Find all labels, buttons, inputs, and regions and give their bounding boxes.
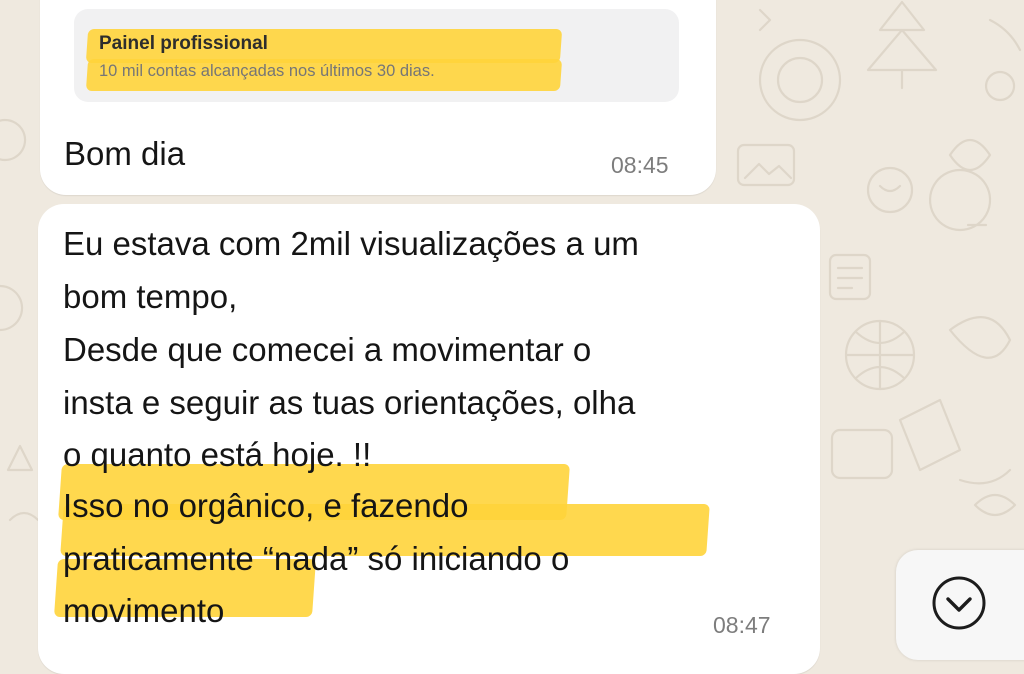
message-line: Desde que comecei a movimentar o xyxy=(63,331,592,368)
message-line: praticamente “nada” só iniciando o xyxy=(63,540,570,577)
message-bubble-incoming-1[interactable]: Painel profissional 10 mil contas alcanç… xyxy=(40,0,716,195)
preview-subtitle: 10 mil contas alcançadas nos últimos 30 … xyxy=(99,62,435,80)
message-line: Eu estava com 2mil visualizações a um xyxy=(63,225,639,262)
scroll-to-bottom-button[interactable] xyxy=(896,550,1024,660)
message-bubble-incoming-2[interactable]: Eu estava com 2mil visualizações a um bo… xyxy=(38,204,820,674)
message-line: movimento xyxy=(63,592,225,629)
message-timestamp: 08:47 xyxy=(713,612,771,638)
message-line: Isso no orgânico, e fazendo xyxy=(63,487,469,524)
message-timestamp: 08:45 xyxy=(611,152,669,178)
message-line: bom tempo, xyxy=(63,278,238,315)
message-line: o quanto está hoje. !! xyxy=(63,436,372,473)
message-line: insta e seguir as tuas orientações, olha xyxy=(63,384,636,421)
message-text: Bom dia xyxy=(64,135,186,172)
chevron-down-icon xyxy=(932,576,986,630)
link-preview-card[interactable]: Painel profissional 10 mil contas alcanç… xyxy=(74,9,679,102)
preview-title: Painel profissional xyxy=(99,33,268,54)
